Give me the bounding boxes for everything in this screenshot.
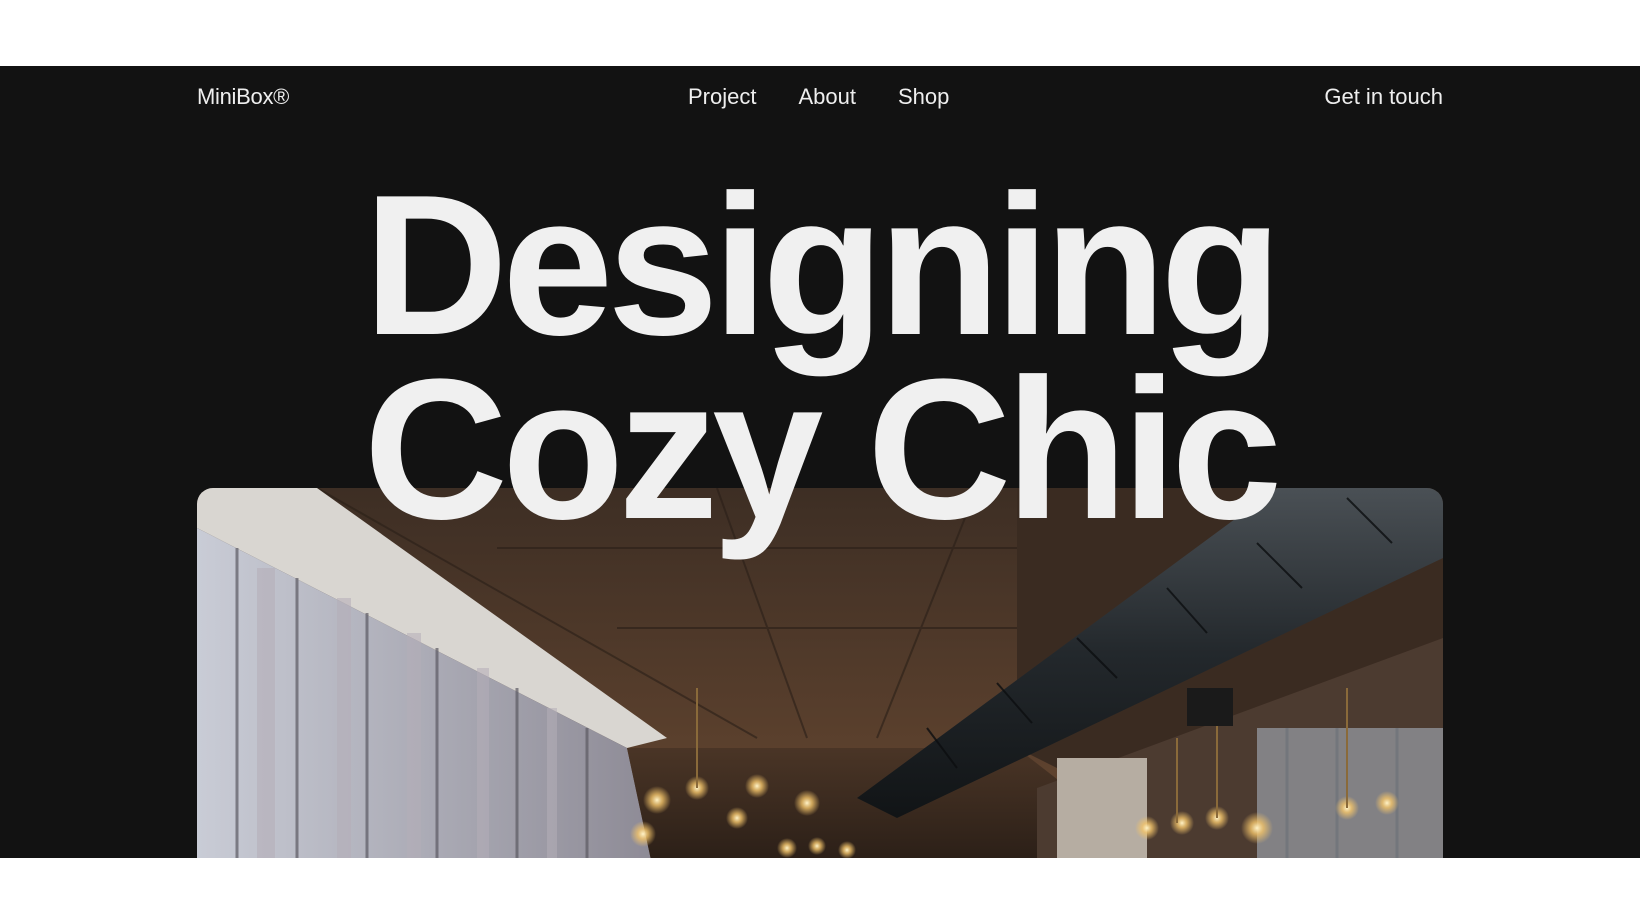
- hero-headline-line-1: Designing: [363, 154, 1283, 377]
- nav-links: Project About Shop: [688, 84, 949, 110]
- hero-headline: Designing Cozy Chic: [0, 154, 1640, 561]
- top-navigation: MiniBox® Project About Shop Get in touch: [0, 66, 1640, 130]
- page-frame: MiniBox® Project About Shop Get in touch: [0, 66, 1640, 858]
- brand-logo[interactable]: MiniBox®: [197, 84, 289, 110]
- nav-link-shop[interactable]: Shop: [898, 84, 949, 110]
- hero-headline-line-2: Cozy Chic: [363, 338, 1283, 561]
- get-in-touch-link[interactable]: Get in touch: [1324, 84, 1443, 110]
- nav-link-about[interactable]: About: [798, 84, 856, 110]
- nav-link-project[interactable]: Project: [688, 84, 756, 110]
